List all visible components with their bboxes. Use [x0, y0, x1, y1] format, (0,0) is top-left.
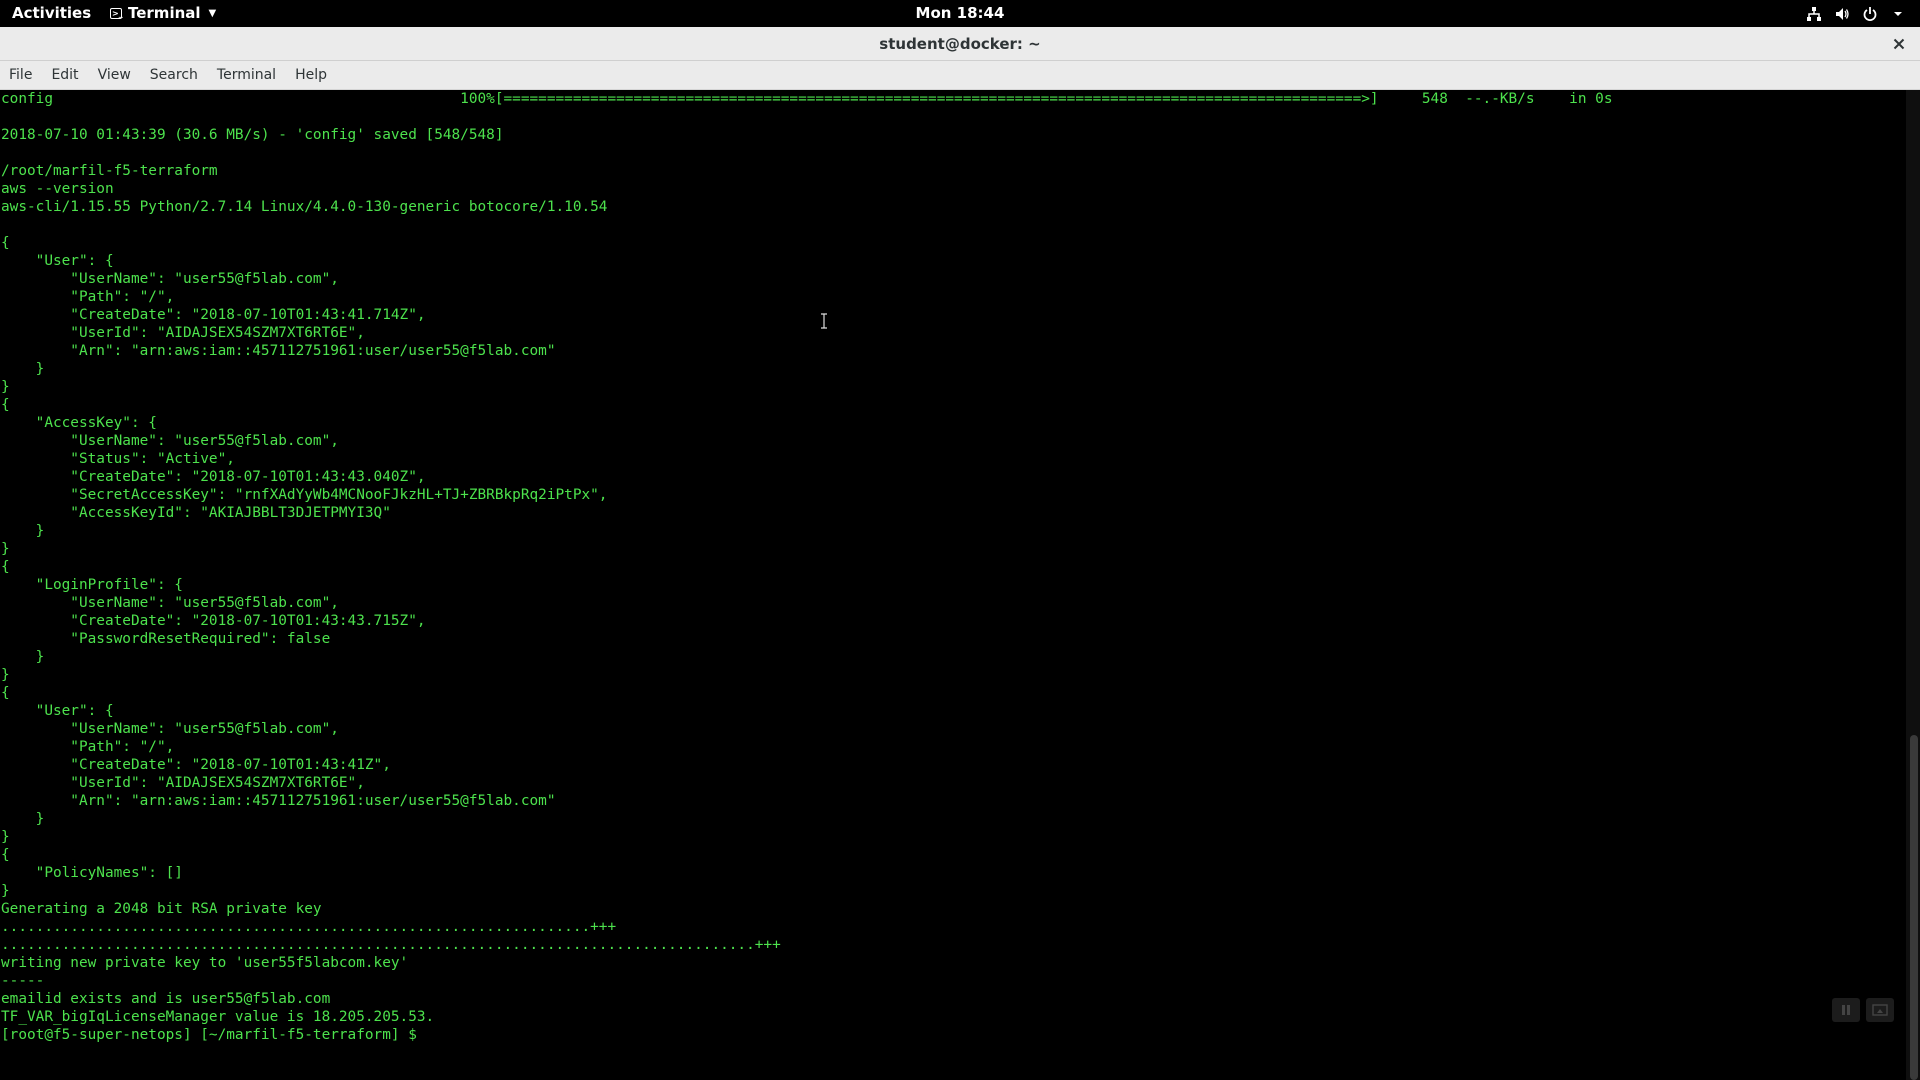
terminal-line: "UserId": "AIDAJSEX54SZM7XT6RT6E", [1, 325, 365, 341]
terminal-output[interactable]: config 100%[============================… [0, 90, 1906, 1080]
app-menu-label: Terminal [128, 4, 201, 22]
chevron-down-icon: ▼ [208, 8, 217, 19]
screen-icon[interactable] [1866, 998, 1894, 1022]
terminal-line: ----- [1, 973, 45, 989]
terminal-line: } [1, 379, 10, 395]
clock[interactable]: Mon 18:44 [916, 4, 1005, 22]
terminal-line: emailid exists and is user55@f5lab.com [1, 991, 331, 1007]
terminal-line: } [1, 649, 45, 665]
chevron-down-icon[interactable] [1890, 6, 1906, 22]
terminal-line: "PasswordResetRequired": false [1, 631, 331, 647]
terminal-line: 2018-07-10 01:43:39 (30.6 MB/s) - 'confi… [1, 127, 504, 143]
terminal-line: "LoginProfile": { [1, 577, 183, 593]
terminal-line: "Path": "/", [1, 739, 175, 755]
system-tray[interactable] [1806, 0, 1906, 27]
terminal-line: } [1, 667, 10, 683]
terminal-line: "User": { [1, 703, 114, 719]
app-menu-button[interactable]: >_ Terminal ▼ [110, 0, 216, 27]
text-cursor-icon [820, 313, 828, 329]
terminal-line: "UserName": "user55@f5lab.com", [1, 721, 339, 737]
terminal-line: } [1, 811, 45, 827]
close-icon[interactable] [1890, 35, 1908, 53]
terminal-line: aws-cli/1.15.55 Python/2.7.14 Linux/4.4.… [1, 199, 608, 215]
menu-edit[interactable]: Edit [50, 67, 88, 83]
terminal-line: { [1, 397, 10, 413]
terminal-line: "AccessKey": { [1, 415, 157, 431]
terminal-line: aws --version [1, 181, 114, 197]
power-icon[interactable] [1862, 6, 1878, 22]
terminal-line: } [1, 829, 10, 845]
terminal-line: TF_VAR_bigIqLicenseManager value is 18.2… [1, 1009, 435, 1025]
terminal-line: "SecretAccessKey": "rnfXAdYyWb4MCNooFJkz… [1, 487, 608, 503]
terminal-line: ........................................… [1, 919, 617, 935]
menu-bar: File Edit View Search Terminal Help [0, 61, 1920, 90]
terminal-line: /root/marfil-f5-terraform [1, 163, 218, 179]
terminal-line: ........................................… [1, 937, 781, 953]
terminal-line: "Path": "/", [1, 289, 175, 305]
terminal-line: writing new private key to 'user55f5labc… [1, 955, 409, 971]
network-icon[interactable] [1806, 6, 1822, 22]
volume-icon[interactable] [1834, 6, 1850, 22]
menu-terminal[interactable]: Terminal [216, 67, 286, 83]
terminal-line: "CreateDate": "2018-07-10T01:43:43.040Z"… [1, 469, 426, 485]
terminal-line: } [1, 361, 45, 377]
terminal-line: } [1, 541, 10, 557]
window-titlebar[interactable]: student@docker: ~ [0, 27, 1920, 61]
terminal-line: "User": { [1, 253, 114, 269]
menu-help[interactable]: Help [294, 67, 337, 83]
terminal-line: [root@f5-super-netops] [~/marfil-f5-terr… [1, 1027, 426, 1043]
terminal-line: "CreateDate": "2018-07-10T01:43:41Z", [1, 757, 391, 773]
terminal-line: { [1, 847, 10, 863]
menu-search[interactable]: Search [149, 67, 208, 83]
terminal-line: Generating a 2048 bit RSA private key [1, 901, 322, 917]
terminal-line: "CreateDate": "2018-07-10T01:43:43.715Z"… [1, 613, 426, 629]
terminal-icon: >_ [110, 8, 123, 19]
scrollbar-thumb[interactable] [1910, 735, 1918, 1080]
terminal-line: "PolicyNames": [] [1, 865, 183, 881]
terminal-line: } [1, 523, 45, 539]
terminal-line: "Arn": "arn:aws:iam::457112751961:user/u… [1, 793, 556, 809]
top-bar: Activities >_ Terminal ▼ Mon 18:44 [0, 0, 1920, 27]
window-title: student@docker: ~ [879, 35, 1041, 53]
terminal-line: "Status": "Active", [1, 451, 235, 467]
terminal-line: } [1, 883, 10, 899]
terminal-line: "UserName": "user55@f5lab.com", [1, 433, 339, 449]
terminal-line: { [1, 559, 10, 575]
terminal-scrollbar[interactable] [1906, 90, 1920, 1080]
terminal-text: config 100%[============================… [0, 90, 1906, 1044]
overlay-controls [1832, 998, 1894, 1022]
terminal-line: "Arn": "arn:aws:iam::457112751961:user/u… [1, 343, 556, 359]
terminal-line: "UserId": "AIDAJSEX54SZM7XT6RT6E", [1, 775, 365, 791]
terminal-line: "UserName": "user55@f5lab.com", [1, 271, 339, 287]
pause-icon[interactable] [1832, 998, 1860, 1022]
terminal-line: "AccessKeyId": "AKIAJBBLT3DJETPMYI3Q" [1, 505, 391, 521]
terminal-line: "UserName": "user55@f5lab.com", [1, 595, 339, 611]
menu-file[interactable]: File [8, 67, 42, 83]
terminal-line: { [1, 685, 10, 701]
activities-button[interactable]: Activities [12, 0, 91, 27]
terminal-line: config 100%[============================… [1, 91, 1613, 107]
menu-view[interactable]: View [97, 67, 141, 83]
terminal-line: { [1, 235, 10, 251]
terminal-line: "CreateDate": "2018-07-10T01:43:41.714Z"… [1, 307, 426, 323]
